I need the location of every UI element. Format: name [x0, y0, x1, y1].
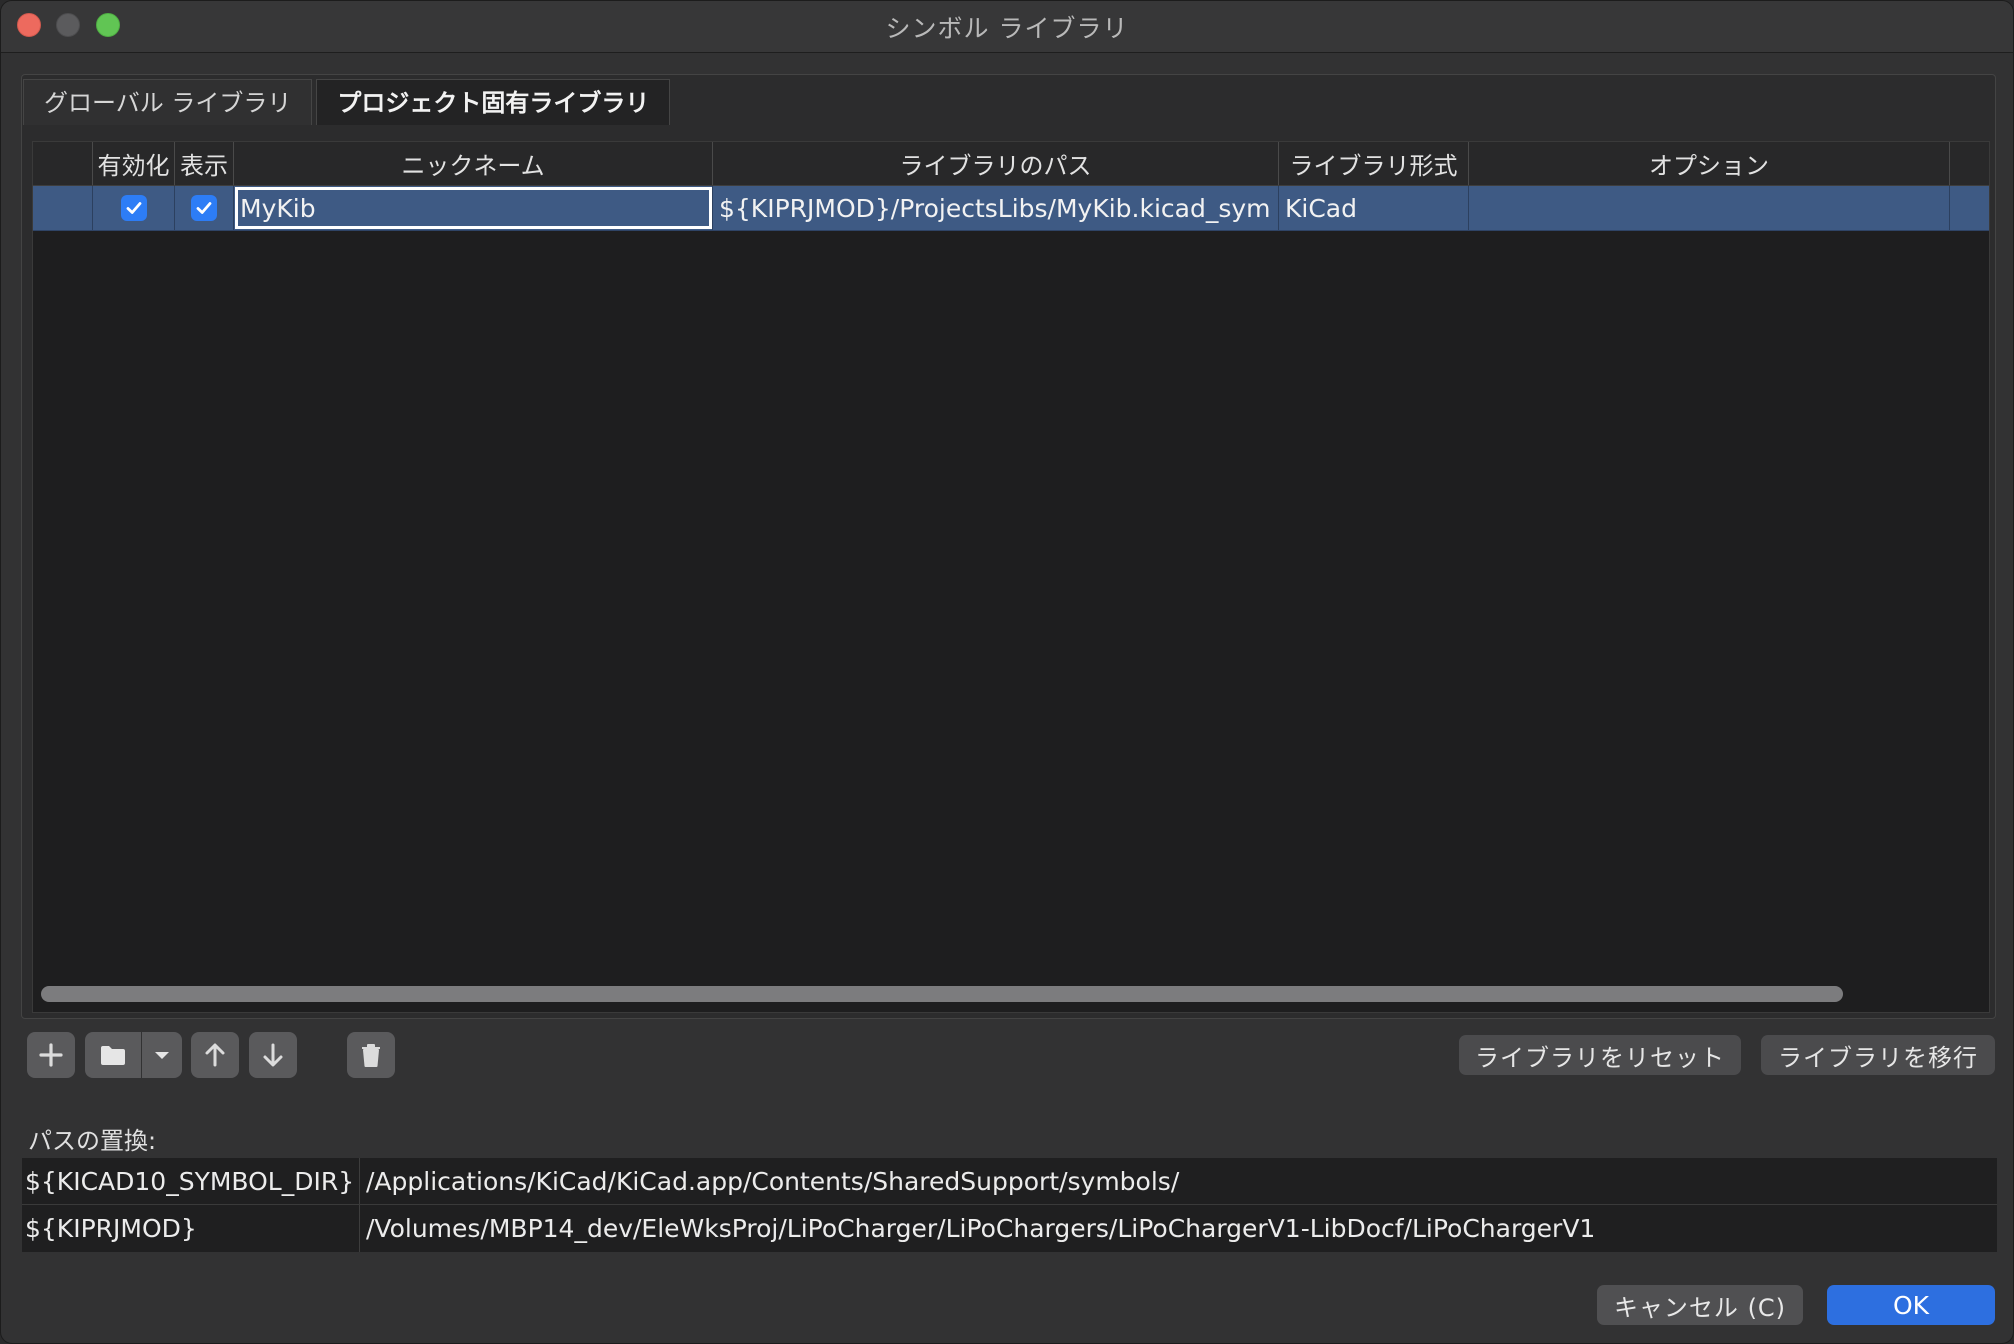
enabled-checkbox[interactable]: [120, 195, 147, 221]
nickname-cell-editor[interactable]: MyKib: [234, 186, 713, 230]
reset-libraries-button[interactable]: ライブラリをリセット: [1459, 1035, 1741, 1075]
tab-project-libraries[interactable]: プロジェクト固有ライブラリ: [316, 79, 671, 125]
cancel-button[interactable]: キャンセル (C): [1597, 1285, 1803, 1325]
table-row: ${KICAD10_SYMBOL_DIR} /Applications/KiCa…: [22, 1158, 1997, 1205]
tab-global-libraries[interactable]: グローバル ライブラリ: [23, 79, 313, 125]
column-header-visible[interactable]: 表示: [175, 142, 234, 185]
migrate-libraries-button[interactable]: ライブラリを移行: [1761, 1035, 1995, 1075]
library-format-cell[interactable]: KiCad: [1279, 186, 1469, 230]
library-path-cell[interactable]: ${KIPRJMOD}/ProjectsLibs/MyKib.kicad_sym: [713, 186, 1279, 230]
path-variable-name: ${KIPRJMOD}: [22, 1205, 360, 1252]
row-label[interactable]: [33, 186, 93, 230]
checkmark-icon: [196, 202, 212, 214]
tab-bar: グローバル ライブラリ プロジェクト固有ライブラリ: [23, 79, 674, 125]
plus-icon: [39, 1043, 63, 1067]
path-substitution-table: ${KICAD10_SYMBOL_DIR} /Applications/KiCa…: [22, 1158, 1997, 1252]
table-row[interactable]: MyKib ${KIPRJMOD}/ProjectsLibs/MyKib.kic…: [33, 186, 1989, 231]
window-title: シンボル ライブラリ: [885, 14, 1129, 43]
path-variable-value: /Applications/KiCad/KiCad.app/Contents/S…: [366, 1166, 1180, 1196]
options-cell[interactable]: [1469, 186, 1950, 230]
visible-cell[interactable]: [175, 186, 234, 230]
table-row: ${KIPRJMOD} /Volumes/MBP14_dev/EleWksPro…: [22, 1205, 1997, 1252]
visible-checkbox[interactable]: [191, 195, 217, 221]
symbol-library-dialog: シンボル ライブラリ グローバル ライブラリ プロジェクト固有ライブラリ 有効化…: [0, 0, 2014, 1344]
move-down-button[interactable]: [249, 1032, 297, 1078]
column-header-options[interactable]: オプション: [1469, 142, 1950, 185]
horizontal-scrollbar[interactable]: [41, 986, 1843, 1002]
path-variable-name: ${KICAD10_SYMBOL_DIR}: [22, 1158, 360, 1204]
column-header-library-format[interactable]: ライブラリ形式: [1279, 142, 1469, 185]
trash-icon: [362, 1044, 380, 1067]
arrow-up-icon: [205, 1043, 225, 1067]
row-label-header: [33, 142, 93, 185]
column-header-enabled[interactable]: 有効化: [93, 142, 175, 185]
add-library-button[interactable]: [27, 1032, 75, 1078]
column-header-library-path[interactable]: ライブラリのパス: [713, 142, 1279, 185]
ok-button[interactable]: OK: [1827, 1285, 1995, 1325]
browse-library-button[interactable]: [85, 1032, 141, 1078]
chevron-down-icon: [155, 1052, 169, 1059]
enabled-cell[interactable]: [93, 186, 175, 230]
path-substitution-label: パスの置換:: [28, 1127, 157, 1155]
arrow-down-icon: [263, 1043, 283, 1067]
table-header: 有効化 表示 ニックネーム ライブラリのパス ライブラリ形式 オプション: [33, 142, 1989, 186]
library-table: 有効化 表示 ニックネーム ライブラリのパス ライブラリ形式 オプション MyK…: [32, 141, 1990, 1013]
folder-icon: [101, 1046, 125, 1065]
move-up-button[interactable]: [191, 1032, 239, 1078]
column-header-nickname[interactable]: ニックネーム: [234, 142, 713, 185]
title-bar: シンボル ライブラリ: [1, 1, 2013, 53]
delete-library-button[interactable]: [347, 1032, 395, 1078]
path-variable-value: /Volumes/MBP14_dev/EleWksProj/LiPoCharge…: [366, 1214, 1596, 1243]
checkmark-icon: [126, 202, 141, 214]
browse-options-dropdown[interactable]: [142, 1032, 182, 1078]
